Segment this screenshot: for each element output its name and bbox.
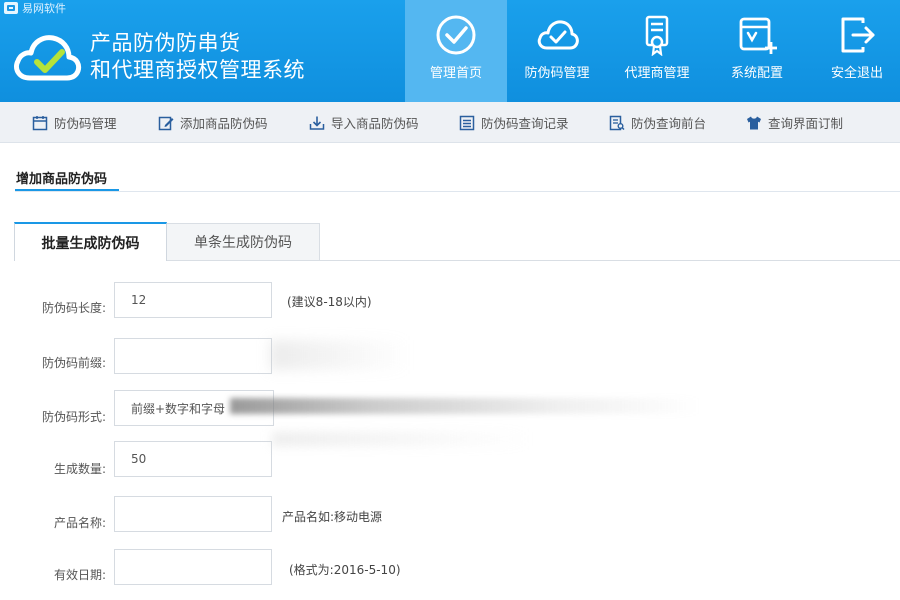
subnav-label: 导入商品防伪码 <box>331 116 419 131</box>
nav-label-home: 管理首页 <box>429 66 482 81</box>
section-divider <box>15 191 900 192</box>
blur-smudge <box>230 398 700 414</box>
generate-tabs: 批量生成防伪码 单条生成防伪码 <box>14 222 320 261</box>
subnav-add-code[interactable]: 添加商品防伪码 <box>158 113 268 132</box>
app-header: 易网软件 产品防伪防串货 和代理商授权管理系统 管理首页 防伪码管理 代理商管理… <box>0 0 900 102</box>
brand-name: 易网软件 <box>22 2 66 15</box>
subnav-code-management[interactable]: 防伪码管理 <box>32 113 117 132</box>
code-length-input[interactable]: 12 <box>114 282 272 318</box>
calendar-icon <box>32 115 48 130</box>
valid-date-label: 有效日期: <box>53 568 106 582</box>
brand-strip: 易网软件 <box>0 0 66 16</box>
subnav-query-customize[interactable]: 查询界面订制 <box>746 113 843 132</box>
nav-item-home[interactable]: 管理首页 <box>405 0 507 102</box>
subnav-label: 防伪查询前台 <box>631 116 707 131</box>
system-title: 产品防伪防串货 和代理商授权管理系统 <box>90 30 305 84</box>
nav-label-code-management: 防伪码管理 <box>524 66 590 81</box>
system-title-line1: 产品防伪防串货 <box>90 31 241 55</box>
product-name-label: 产品名称: <box>53 516 106 530</box>
valid-date-hint: (格式为:2016-5-10) <box>289 563 401 577</box>
tab-batch-generate[interactable]: 批量生成防伪码 <box>14 222 167 261</box>
edit-icon <box>158 116 174 130</box>
nav-item-code-management[interactable]: 防伪码管理 <box>507 0 607 102</box>
valid-date-input[interactable] <box>114 549 272 585</box>
list-icon <box>459 115 475 130</box>
subnav-label: 防伪码查询记录 <box>481 116 569 131</box>
cloud-check-icon <box>537 20 579 50</box>
nav-label-logout: 安全退出 <box>830 66 883 81</box>
blur-smudge <box>270 340 410 370</box>
quantity-label: 生成数量: <box>53 462 106 476</box>
subnav-label: 查询界面订制 <box>768 116 844 131</box>
subnav-label: 添加商品防伪码 <box>180 116 268 131</box>
subnav-import-code[interactable]: 导入商品防伪码 <box>309 113 419 132</box>
main-nav: 管理首页 防伪码管理 代理商管理 系统配置 安全退出 <box>405 0 900 102</box>
logout-icon <box>841 17 875 53</box>
shirt-icon <box>747 116 761 129</box>
subnav-query-frontend[interactable]: 防伪查询前台 <box>609 113 706 132</box>
code-length-hint: (建议8-18以内) <box>287 295 372 309</box>
import-icon <box>309 116 325 130</box>
format-select[interactable]: 前缀+数字和字母 <box>114 390 274 426</box>
prefix-input[interactable] <box>114 338 272 374</box>
prefix-label: 防伪码前缀: <box>41 356 106 370</box>
nav-item-system-config[interactable]: 系统配置 <box>707 0 807 102</box>
section-title: 增加商品防伪码 <box>16 172 108 187</box>
nav-item-agent-management[interactable]: 代理商管理 <box>607 0 707 102</box>
nav-label-system-config: 系统配置 <box>730 66 783 81</box>
settings-box-icon <box>739 17 777 54</box>
code-length-label: 防伪码长度: <box>41 301 106 315</box>
tab-baseline <box>167 260 900 261</box>
document-search-icon <box>609 115 625 130</box>
format-label: 防伪码形式: <box>41 410 106 424</box>
check-circle-icon <box>436 15 476 55</box>
subnav-query-records[interactable]: 防伪码查询记录 <box>459 113 569 132</box>
nav-item-logout[interactable]: 安全退出 <box>807 0 900 102</box>
blur-smudge <box>272 432 532 446</box>
cloud-check-logo-icon <box>14 35 82 81</box>
product-name-hint: 产品名如:移动电源 <box>282 510 383 524</box>
tab-single-generate[interactable]: 单条生成防伪码 <box>167 223 320 261</box>
nav-label-agent-management: 代理商管理 <box>624 66 690 81</box>
subnav-label: 防伪码管理 <box>54 116 117 131</box>
section-underline <box>15 189 119 191</box>
brand-logo-icon <box>4 2 18 14</box>
sub-toolbar: 防伪码管理 添加商品防伪码 导入商品防伪码 防伪码查询记录 防伪查询前台 查询界… <box>0 102 900 143</box>
system-title-line2: 和代理商授权管理系统 <box>90 58 305 82</box>
quantity-input[interactable]: 50 <box>114 441 272 477</box>
certificate-icon <box>645 15 669 56</box>
product-name-input[interactable] <box>114 496 272 532</box>
